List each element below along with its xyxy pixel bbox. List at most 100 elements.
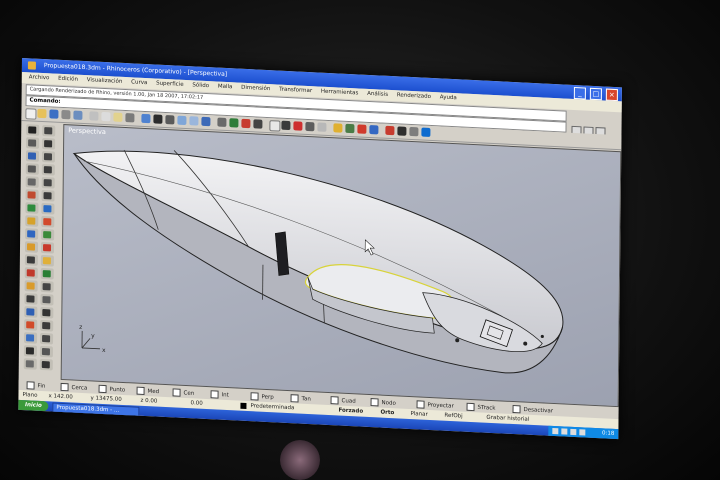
environment-icon[interactable] [409, 126, 419, 137]
osnap-nodo[interactable]: Nodo [370, 398, 396, 407]
rectangle-icon[interactable] [25, 176, 39, 188]
start-button[interactable]: Inicio [18, 399, 49, 412]
osnap-strack[interactable]: STrack [466, 402, 496, 412]
menu-analisis[interactable]: Análisis [367, 89, 388, 101]
line-icon[interactable] [26, 137, 40, 149]
undo-icon[interactable] [125, 113, 135, 123]
osnap-med[interactable]: Med [136, 386, 160, 396]
copy-tool-icon[interactable] [40, 319, 54, 332]
text-icon[interactable] [39, 358, 53, 371]
security-icon[interactable] [570, 428, 577, 436]
polyline-icon[interactable] [42, 137, 56, 150]
boolean-difference-icon[interactable] [40, 267, 54, 280]
menu-visualizacion[interactable]: Visualización [87, 75, 123, 88]
scale-icon[interactable] [40, 332, 54, 345]
new-file-icon[interactable] [25, 108, 37, 120]
explode-icon[interactable] [24, 293, 38, 305]
zoom-window-icon[interactable] [189, 116, 199, 126]
volume-icon[interactable] [561, 428, 568, 435]
menu-malla[interactable]: Malla [218, 82, 233, 94]
join-icon[interactable] [40, 280, 54, 293]
curve-icon[interactable] [25, 150, 40, 162]
material-icon[interactable] [369, 124, 379, 135]
fillet-icon[interactable] [25, 189, 39, 201]
cylinder-icon[interactable] [24, 254, 38, 266]
dimension-icon[interactable] [23, 358, 37, 370]
point-icon[interactable] [42, 124, 56, 137]
boolean-union-icon[interactable] [24, 267, 38, 279]
curvature-icon[interactable] [397, 126, 407, 136]
revolve-icon[interactable] [41, 228, 55, 241]
close-button[interactable]: × [605, 88, 618, 102]
menu-herramientas[interactable]: Herramientas [321, 87, 359, 100]
open-folder-icon[interactable] [37, 108, 47, 119]
menu-edicion[interactable]: Edición [58, 74, 78, 86]
paste-icon[interactable] [113, 112, 123, 122]
menu-ayuda[interactable]: Ayuda [440, 92, 457, 104]
mirror-icon[interactable] [23, 345, 37, 357]
rotate-icon[interactable] [24, 332, 38, 344]
shade-icon[interactable] [317, 122, 327, 132]
grid-icon[interactable] [253, 119, 263, 129]
arc-icon[interactable] [25, 163, 39, 175]
zoom-extents-icon[interactable] [201, 116, 211, 127]
cut-icon[interactable] [89, 111, 99, 121]
pane-orto[interactable]: Orto [380, 408, 394, 419]
select-icon[interactable] [241, 118, 251, 129]
move-icon[interactable] [24, 319, 38, 331]
menu-superficie[interactable]: Superficie [156, 79, 184, 91]
osnap-punto[interactable]: Punto [98, 384, 126, 394]
render-icon[interactable] [345, 123, 355, 134]
osnap-cerca[interactable]: Cerca [60, 382, 88, 392]
render-preview-icon[interactable] [357, 124, 367, 134]
extrude-icon[interactable] [40, 254, 54, 267]
zoom-selected-icon[interactable] [217, 117, 227, 127]
osnap-fin[interactable]: Fin [26, 381, 46, 390]
osnap-tan[interactable]: Tan [290, 394, 311, 403]
polygon-icon[interactable] [41, 176, 55, 189]
import-icon[interactable] [73, 110, 83, 120]
network-icon[interactable] [552, 427, 559, 435]
loft-icon[interactable] [41, 215, 55, 228]
maximize-button[interactable]: □ [589, 87, 603, 101]
viewport-layout-icon[interactable] [229, 118, 239, 128]
menu-renderizado[interactable]: Renderizado [397, 90, 431, 103]
sweep-icon[interactable] [25, 228, 39, 240]
ellipse-icon[interactable] [41, 163, 55, 176]
hide-icon[interactable] [293, 121, 303, 131]
trim-icon[interactable] [40, 293, 54, 306]
pan-icon[interactable] [153, 114, 163, 124]
perspective-viewport[interactable]: Perspectiva x y z [60, 124, 622, 408]
box-icon[interactable] [24, 241, 39, 253]
menu-transformar[interactable]: Transformar [279, 85, 312, 98]
mesh-icon[interactable] [24, 280, 38, 292]
select-arrow-icon[interactable] [26, 124, 40, 136]
light-icon[interactable] [333, 123, 343, 133]
circle-icon[interactable] [41, 150, 56, 163]
osnap-perp[interactable]: Perp [250, 392, 274, 401]
rotate-view-icon[interactable] [165, 115, 175, 125]
minimize-button[interactable]: _ [573, 86, 587, 100]
menu-curva[interactable]: Curva [131, 77, 147, 89]
osnap-int[interactable]: Int [210, 390, 229, 399]
split-icon[interactable] [24, 306, 38, 318]
menu-archivo[interactable]: Archivo [29, 72, 50, 84]
osnap-cen[interactable]: Cen [172, 388, 195, 397]
battery-icon[interactable] [579, 429, 586, 436]
sphere-icon[interactable] [40, 241, 55, 254]
osnap-cuad[interactable]: Cuad [330, 396, 356, 405]
array-icon[interactable] [39, 345, 53, 358]
redo-icon[interactable] [141, 113, 151, 124]
menu-dimension[interactable]: Dimensión [241, 83, 270, 95]
analysis-icon[interactable] [385, 125, 395, 136]
copy-icon[interactable] [101, 111, 111, 122]
extend-icon[interactable] [41, 202, 55, 215]
save-icon[interactable] [49, 109, 59, 119]
chamfer-icon[interactable] [41, 189, 55, 202]
group-icon[interactable] [40, 306, 54, 319]
menu-solido[interactable]: Sólido [192, 80, 209, 92]
surface-icon[interactable] [25, 215, 39, 227]
layer-icon[interactable] [269, 120, 281, 132]
offset-icon[interactable] [25, 202, 39, 214]
help-icon[interactable] [421, 127, 431, 137]
